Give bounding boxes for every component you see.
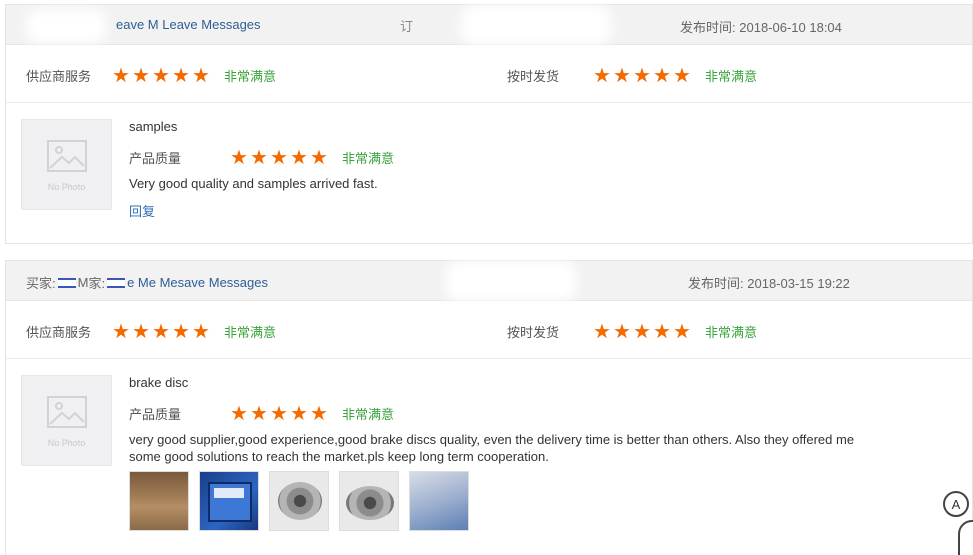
review-comment: Very good quality and samples arrived fa… (129, 176, 378, 191)
star-icon: ★ (230, 400, 248, 425)
review-comment: very good supplier,good experience,good … (129, 432, 855, 464)
buyer-name[interactable]: 买家: M 家: e Me Mesave Messages (26, 273, 268, 292)
supplier-ratings: 供应商服务 ★ ★ ★ ★ ★ 非常满意 按时发货 ★ ★ ★ ★ ★ 非常满意 (6, 301, 972, 359)
star-icon: ★ (290, 144, 308, 169)
star-icon: ★ (653, 319, 671, 343)
star-icon: ★ (192, 63, 210, 87)
review-image-thumbnail[interactable] (199, 471, 259, 531)
star-rating: ★ ★ ★ ★ ★ (112, 319, 212, 343)
star-icon: ★ (250, 400, 268, 425)
on-time-delivery-rating: 按时发货 ★ ★ ★ ★ ★ 非常满意 (507, 63, 758, 87)
star-icon: ★ (192, 319, 210, 343)
review-image-thumbnail[interactable] (409, 471, 469, 531)
product-quality-rating: 产品质量 ★ ★ ★ ★ ★ 非常满意 (129, 144, 395, 169)
israel-flag-icon (107, 277, 126, 288)
star-icon: ★ (290, 400, 308, 425)
supplier-ratings: 供应商服务 ★ ★ ★ ★ ★ 非常满意 按时发货 ★ ★ ★ ★ ★ 非常满意 (6, 45, 972, 103)
satisfaction-text: 非常满意 (705, 69, 758, 84)
satisfaction-text: 非常满意 (342, 406, 395, 422)
review-image-thumbnail[interactable] (129, 471, 189, 531)
product-quality-rating: 产品质量 ★ ★ ★ ★ ★ 非常满意 (129, 400, 395, 425)
publish-time: 发布时间: 2018-03-15 19:22 (688, 276, 850, 291)
supplier-service-rating: 供应商服务 ★ ★ ★ ★ ★ 非常满意 (26, 319, 277, 343)
star-icon: ★ (673, 319, 691, 343)
floating-action-button[interactable]: A (943, 491, 969, 517)
star-rating: ★ ★ ★ ★ ★ (593, 319, 693, 343)
star-icon: ★ (613, 63, 631, 87)
star-icon: ★ (613, 319, 631, 343)
mark-glyph: 订 (400, 19, 414, 34)
review-header: eave M Leave Messages 订 发布时间: 2018-06-10… (6, 5, 972, 45)
star-rating: ★ ★ ★ ★ ★ (593, 63, 693, 87)
satisfaction-text: 非常满意 (224, 325, 277, 340)
product-name[interactable]: samples (129, 119, 909, 137)
review-card: eave M Leave Messages 订 发布时间: 2018-06-10… (5, 4, 973, 244)
star-icon: ★ (270, 144, 288, 169)
star-icon: ★ (310, 144, 328, 169)
buyer-name[interactable]: eave M Leave Messages (116, 17, 261, 32)
satisfaction-text: 非常满意 (705, 325, 758, 340)
star-icon: ★ (230, 144, 248, 169)
star-icon: ★ (653, 63, 671, 87)
star-icon: ★ (112, 63, 130, 87)
star-icon: ★ (172, 63, 190, 87)
star-icon: ★ (152, 63, 170, 87)
star-rating: ★ ★ ★ ★ ★ (230, 400, 330, 425)
review-image-thumbnail[interactable] (269, 471, 329, 531)
star-icon: ★ (270, 400, 288, 425)
star-icon: ★ (112, 319, 130, 343)
product-name[interactable]: brake disc (129, 375, 909, 393)
star-icon: ★ (132, 63, 150, 87)
satisfaction-text: 非常满意 (224, 69, 277, 84)
star-icon: ★ (593, 63, 611, 87)
product-photo-placeholder[interactable]: No Photo (21, 375, 112, 466)
star-icon: ★ (172, 319, 190, 343)
chat-mascot-icon[interactable] (958, 520, 973, 555)
image-placeholder-icon (47, 396, 87, 428)
star-icon: ★ (152, 319, 170, 343)
publish-time: 发布时间: 2018-06-10 18:04 (680, 20, 842, 35)
star-icon: ★ (250, 144, 268, 169)
star-icon: ★ (593, 319, 611, 343)
star-icon: ★ (633, 63, 651, 87)
supplier-service-rating: 供应商服务 ★ ★ ★ ★ ★ 非常满意 (26, 63, 277, 87)
review-image-thumbnail[interactable] (339, 471, 399, 531)
star-icon: ★ (633, 319, 651, 343)
star-icon: ★ (673, 63, 691, 87)
star-rating: ★ ★ ★ ★ ★ (112, 63, 212, 87)
product-photo-placeholder[interactable]: No Photo (21, 119, 112, 210)
image-placeholder-icon (47, 140, 87, 172)
israel-flag-icon (57, 277, 76, 288)
on-time-delivery-rating: 按时发货 ★ ★ ★ ★ ★ 非常满意 (507, 319, 758, 343)
star-rating: ★ ★ ★ ★ ★ (230, 144, 330, 169)
review-card: 买家: M 家: e Me Mesave Messages 发布时间: 2018-… (5, 260, 973, 555)
satisfaction-text: 非常满意 (342, 150, 395, 166)
star-icon: ★ (310, 400, 328, 425)
review-images (129, 471, 909, 531)
review-header: 买家: M 家: e Me Mesave Messages 发布时间: 2018-… (6, 261, 972, 301)
star-icon: ★ (132, 319, 150, 343)
reply-link[interactable]: 回复 (129, 201, 155, 220)
